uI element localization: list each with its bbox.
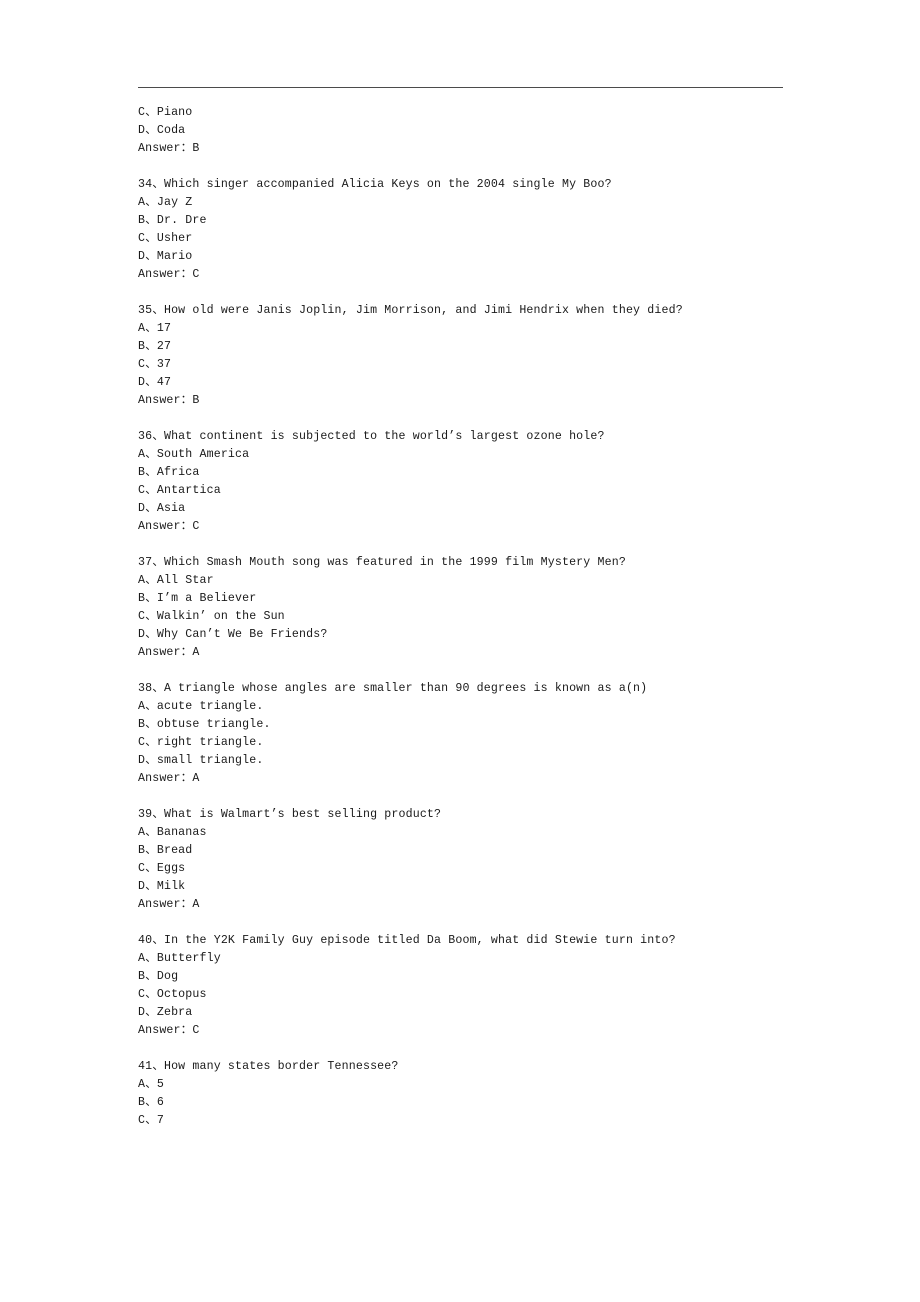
question-block: 38、A triangle whose angles are smaller t…	[138, 680, 838, 788]
question-prompt: 35、How old were Janis Joplin, Jim Morris…	[138, 304, 683, 317]
question-prompt: 38、A triangle whose angles are smaller t…	[138, 682, 648, 695]
question-option: B、I’m a Believer	[138, 592, 257, 605]
question-prompt: 39、What is Walmart’s best selling produc…	[138, 808, 442, 821]
question-option: A、5	[138, 1078, 164, 1091]
question-answer: Answer：A	[138, 646, 200, 659]
question-option: D、Why Can’t We Be Friends?	[138, 628, 328, 641]
question-option: D、47	[138, 376, 172, 389]
question-block: 37、Which Smash Mouth song was featured i…	[138, 554, 838, 662]
question-option: C、Piano	[138, 106, 193, 119]
question-answer: Answer：C	[138, 1024, 200, 1037]
question-option: A、Butterfly	[138, 952, 221, 965]
question-option: B、27	[138, 340, 172, 353]
question-option: B、Dog	[138, 970, 179, 983]
header-horizontal-rule	[138, 87, 783, 88]
question-prompt: 36、What continent is subjected to the wo…	[138, 430, 605, 443]
question-option: D、Milk	[138, 880, 186, 893]
question-prompt: 41、How many states border Tennessee?	[138, 1060, 399, 1073]
question-option: C、Octopus	[138, 988, 207, 1001]
question-answer: Answer：C	[138, 268, 200, 281]
question-block: C、Piano D、Coda Answer：B	[138, 104, 838, 158]
question-block: 35、How old were Janis Joplin, Jim Morris…	[138, 302, 838, 410]
question-option: A、South America	[138, 448, 250, 461]
question-option: C、Usher	[138, 232, 193, 245]
question-block: 34、Which singer accompanied Alicia Keys …	[138, 176, 838, 284]
question-answer: Answer：B	[138, 142, 200, 155]
question-prompt: 40、In the Y2K Family Guy episode titled …	[138, 934, 676, 947]
question-answer: Answer：A	[138, 898, 200, 911]
question-block: 40、In the Y2K Family Guy episode titled …	[138, 932, 838, 1040]
question-option: B、Dr. Dre	[138, 214, 207, 227]
question-option: B、6	[138, 1096, 164, 1109]
page-header	[0, 0, 920, 88]
question-answer: Answer：C	[138, 520, 200, 533]
question-option: C、37	[138, 358, 172, 371]
question-option: D、small triangle.	[138, 754, 264, 767]
question-option: C、right triangle.	[138, 736, 264, 749]
question-option: D、Mario	[138, 250, 193, 263]
question-block: 36、What continent is subjected to the wo…	[138, 428, 838, 536]
question-answer: Answer：A	[138, 772, 200, 785]
question-option: C、Eggs	[138, 862, 186, 875]
question-option: A、17	[138, 322, 172, 335]
question-answer: Answer：B	[138, 394, 200, 407]
question-block: 41、How many states border Tennessee? A、5 B…	[138, 1058, 838, 1130]
question-option: A、Jay Z	[138, 196, 193, 209]
question-option: A、Bananas	[138, 826, 207, 839]
question-block: 39、What is Walmart’s best selling produc…	[138, 806, 838, 914]
question-option: B、obtuse triangle.	[138, 718, 271, 731]
question-option: D、Coda	[138, 124, 186, 137]
question-option: A、acute triangle.	[138, 700, 264, 713]
question-option: C、7	[138, 1114, 164, 1127]
question-prompt: 34、Which singer accompanied Alicia Keys …	[138, 178, 612, 191]
question-option: B、Africa	[138, 466, 200, 479]
question-option: A、All Star	[138, 574, 214, 587]
question-option: C、Walkin’ on the Sun	[138, 610, 285, 623]
document-page: C、Piano D、Coda Answer：B 34、Which singer acc…	[0, 0, 920, 1302]
question-option: B、Bread	[138, 844, 193, 857]
question-option: D、Asia	[138, 502, 186, 515]
question-option: D、Zebra	[138, 1006, 193, 1019]
question-option: C、Antartica	[138, 484, 221, 497]
document-body: C、Piano D、Coda Answer：B 34、Which singer acc…	[138, 104, 838, 1130]
question-prompt: 37、Which Smash Mouth song was featured i…	[138, 556, 626, 569]
